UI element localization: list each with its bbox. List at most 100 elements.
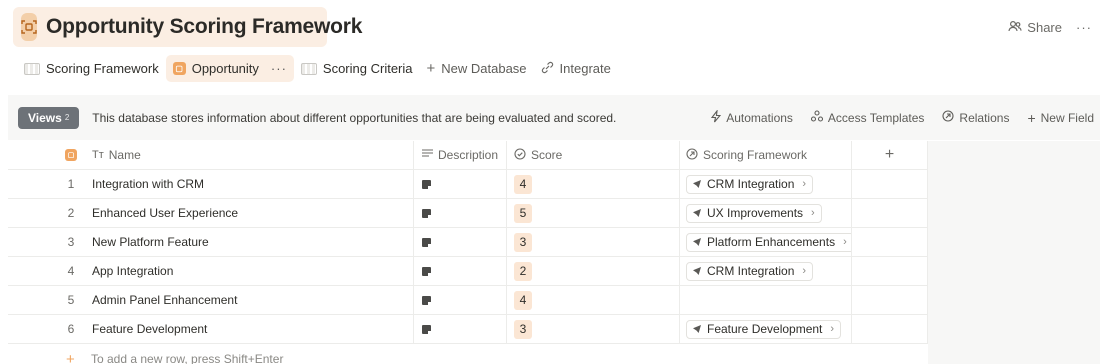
framework-cell[interactable]: CRM Integration › [680, 257, 852, 285]
description-cell[interactable] [414, 315, 507, 343]
name-cell[interactable]: Enhanced User Experience [84, 199, 414, 227]
relation-label: UX Improvements [707, 206, 804, 220]
framework-cell[interactable]: UX Improvements › [680, 199, 852, 227]
chevron-right-icon: › [802, 265, 807, 277]
name-cell[interactable]: New Platform Feature [84, 228, 414, 256]
add-row-hint: To add a new row, press Shift+Enter [91, 352, 284, 364]
templates-icon [810, 110, 823, 125]
add-row-plus-icon[interactable]: + [8, 351, 84, 364]
scan-icon [21, 13, 37, 41]
framework-cell[interactable]: Feature Development › [680, 315, 852, 343]
more-options-icon[interactable]: ··· [1076, 20, 1092, 35]
relation-pill[interactable]: CRM Integration › [686, 174, 814, 194]
score-cell[interactable]: 4 [507, 286, 680, 314]
column-header-label: Scoring Framework [703, 148, 808, 162]
row-number: 2 [67, 206, 75, 220]
score-badge: 3 [514, 232, 532, 252]
relation-label: Feature Development [707, 322, 823, 336]
row-number: 3 [67, 235, 75, 249]
new-field-button[interactable]: + New Field [1027, 110, 1094, 126]
data-table: ▢ Tт Name Description Score Scoring Fram… [8, 141, 928, 364]
column-header-scoring-framework[interactable]: Scoring Framework [680, 141, 852, 169]
tab-more-icon[interactable]: ··· [271, 61, 287, 76]
toolbar-actions: Automations Access Templates Relations +… [711, 95, 1094, 140]
chevron-right-icon: › [830, 323, 835, 335]
row-number: 5 [67, 293, 75, 307]
score-badge: 2 [514, 261, 532, 281]
add-column-button[interactable]: + [852, 141, 928, 169]
score-cell[interactable]: 2 [507, 257, 680, 285]
share-button[interactable]: Share [1008, 20, 1062, 35]
integrate-button[interactable]: Integrate [534, 55, 618, 82]
score-cell[interactable]: 4 [507, 170, 680, 198]
table-row[interactable]: 6 Feature Development 3 Feature Developm… [8, 315, 928, 344]
relation-pill[interactable]: UX Improvements › [686, 203, 822, 223]
tab-label: Opportunity [191, 61, 259, 76]
add-row-bar[interactable]: + To add a new row, press Shift+Enter [8, 344, 928, 364]
table-row[interactable]: 4 App Integration 2 CRM Integration › [8, 257, 928, 286]
relation-arrow-icon [693, 209, 701, 217]
integrate-icon [541, 61, 554, 77]
check-circle-icon [514, 147, 526, 163]
name-cell[interactable]: App Integration [84, 257, 414, 285]
tab-opportunity[interactable]: ▢ Opportunity ··· [165, 55, 294, 82]
relation-pill[interactable]: CRM Integration › [686, 261, 814, 281]
description-cell[interactable] [414, 228, 507, 256]
relation-pill[interactable]: Platform Enhancements › [686, 232, 851, 252]
automations-button[interactable]: Automations [711, 108, 793, 126]
description-cell[interactable] [414, 199, 507, 227]
relation-arrow-icon [693, 325, 701, 333]
relation-label: CRM Integration [707, 264, 795, 278]
tab-label: Scoring Framework [46, 61, 159, 76]
tab-label: Integrate [559, 61, 611, 76]
score-cell[interactable]: 3 [507, 228, 680, 256]
document-icon [422, 237, 431, 247]
empty-grid-area [928, 141, 1100, 364]
relation-arrow-icon [693, 267, 701, 275]
table-row[interactable]: 3 New Platform Feature 3 Platform Enhanc… [8, 228, 928, 257]
table-row[interactable]: 2 Enhanced User Experience 5 UX Improvem… [8, 199, 928, 228]
description-cell[interactable] [414, 170, 507, 198]
description-cell[interactable] [414, 257, 507, 285]
chevron-right-icon: › [843, 236, 847, 248]
empty-cell [852, 228, 928, 256]
document-icon [422, 324, 431, 334]
relations-icon [942, 110, 954, 125]
row-number: 1 [67, 177, 75, 191]
score-badge: 3 [514, 319, 532, 339]
table-row[interactable]: 5 Admin Panel Enhancement 4 [8, 286, 928, 315]
tab-label: New Database [441, 61, 527, 76]
new-database-button[interactable]: + New Database [420, 55, 534, 82]
tab-label: Scoring Criteria [322, 61, 413, 76]
score-cell[interactable]: 5 [507, 199, 680, 227]
column-header-score[interactable]: Score [507, 141, 680, 169]
select-all-cell[interactable]: ▢ [8, 141, 84, 169]
column-header-description[interactable]: Description [414, 141, 507, 169]
relation-arrow-icon [693, 238, 701, 246]
empty-cell [852, 257, 928, 285]
relations-button[interactable]: Relations [942, 110, 1009, 125]
chevron-right-icon: › [802, 178, 807, 190]
framework-cell[interactable] [680, 286, 852, 314]
name-cell[interactable]: Feature Development [84, 315, 414, 343]
plus-icon: + [1027, 109, 1036, 126]
name-cell[interactable]: Admin Panel Enhancement [84, 286, 414, 314]
relation-label: CRM Integration [707, 177, 795, 191]
framework-cell[interactable]: Platform Enhancements › [680, 228, 852, 256]
relation-pill[interactable]: Feature Development › [686, 319, 842, 339]
name-cell[interactable]: Integration with CRM [84, 170, 414, 198]
description-cell[interactable] [414, 286, 507, 314]
column-header-name[interactable]: Tт Name [84, 141, 414, 169]
score-cell[interactable]: 3 [507, 315, 680, 343]
text-type-icon: Tт [92, 149, 104, 161]
tab-scoring-framework[interactable]: Scoring Framework [17, 55, 166, 82]
document-icon [422, 208, 431, 218]
access-templates-button[interactable]: Access Templates [810, 110, 924, 125]
empty-cell [852, 199, 928, 227]
framework-cell[interactable]: CRM Integration › [680, 170, 852, 198]
table-icon [300, 62, 317, 75]
views-button[interactable]: Views 2 [18, 106, 80, 129]
table-row[interactable]: 1 Integration with CRM 4 CRM Integration… [8, 170, 928, 199]
top-actions: Share ··· [1008, 20, 1092, 35]
tab-scoring-criteria[interactable]: Scoring Criteria [294, 55, 420, 82]
